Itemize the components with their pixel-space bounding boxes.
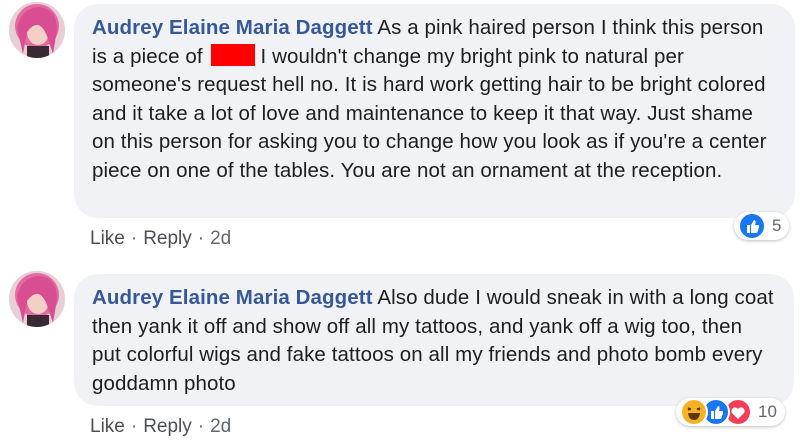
reaction-summary[interactable]: 5 [734,212,790,240]
separator: · [197,228,205,249]
comment-actions: Like · Reply · 2d [90,228,231,250]
redaction-box [210,43,255,66]
comment-age[interactable]: 2d [210,416,231,437]
separator: · [197,416,205,437]
comment-text: Audrey Elaine Maria Daggett As a pink ha… [92,14,777,185]
reply-link[interactable]: Reply [143,228,192,249]
reaction-count: 10 [758,402,777,421]
comment-age[interactable]: 2d [210,228,231,249]
comment-text: Audrey Elaine Maria Daggett Also dude I … [92,284,776,398]
haha-icon [680,398,708,426]
avatar[interactable] [9,271,65,327]
avatar[interactable] [9,2,65,58]
like-link[interactable]: Like [90,416,125,437]
like-link[interactable]: Like [90,228,125,249]
comment-bubble: Audrey Elaine Maria Daggett As a pink ha… [74,4,795,218]
avatar-photo [9,2,65,58]
reply-link[interactable]: Reply [143,416,192,437]
avatar-photo [9,271,65,327]
comment-author[interactable]: Audrey Elaine Maria Daggett [92,286,373,309]
reaction-summary[interactable]: 10 [676,398,785,426]
separator: · [130,228,138,249]
like-icon [738,212,766,240]
comment-bubble: Audrey Elaine Maria Daggett Also dude I … [74,274,794,406]
separator: · [130,416,138,437]
reaction-count: 5 [772,216,782,235]
comment-author[interactable]: Audrey Elaine Maria Daggett [92,16,373,39]
comment-actions: Like · Reply · 2d [90,416,231,438]
